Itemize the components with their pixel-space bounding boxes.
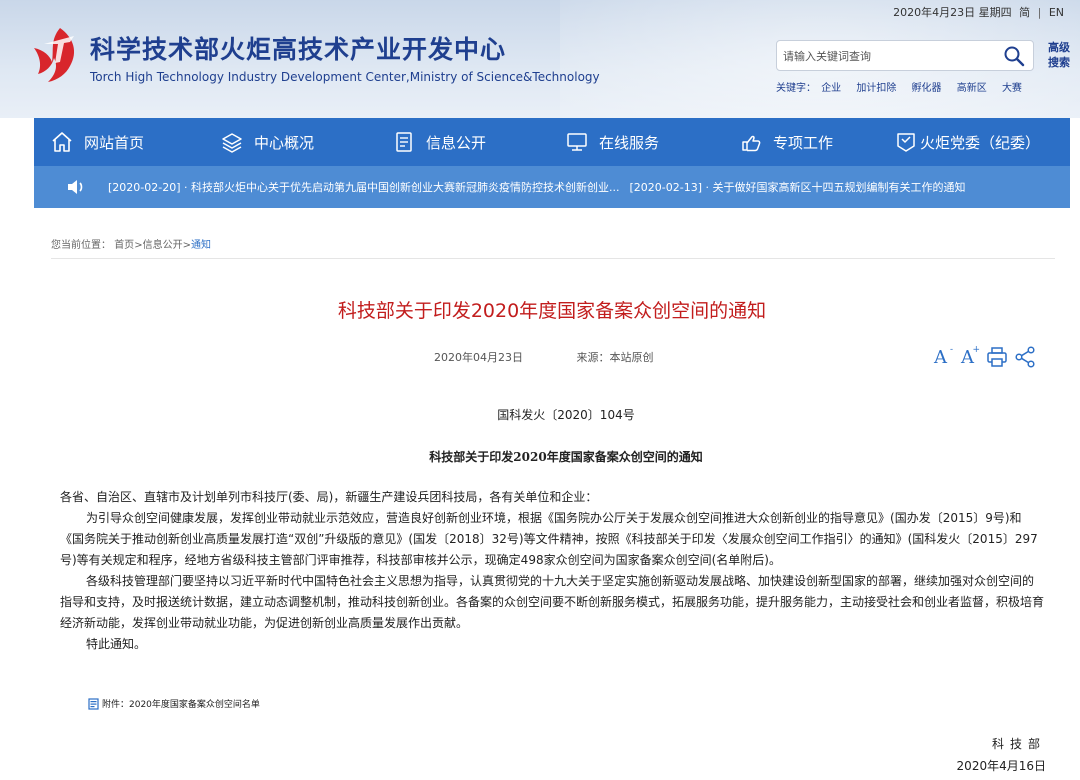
current-date: 2020年4月23日 星期四 [893,6,1012,19]
paragraph: 各级科技管理部门要坚持以习近平新时代中国特色社会主义思想为指导，认真贯彻党的十九… [60,574,1045,630]
attachment-label: 附件：2020年度国家备案众创空间名单 [102,700,260,710]
home-icon [52,132,72,152]
article-tools: A- A + [934,345,1042,368]
badge-icon [897,133,915,152]
signing-date: 2020年4月16日 [956,759,1046,773]
nav-item-party-committee[interactable]: 火炬党委（纪委） [894,118,1064,166]
top-bar: 2020年4月23日 星期四 简 | EN [889,4,1064,20]
notice-link[interactable]: [2020-02-20] · 科技部火炬中心关于优先启动第九届中国创新创业大赛新… [108,179,620,195]
search-box [776,40,1034,71]
search-input[interactable] [783,45,993,67]
document-title: 科技部关于印发2020年度国家备案众创空间的通知 [429,450,703,464]
nav-label: 信息公开 [426,133,487,152]
share-icon[interactable] [1014,346,1036,368]
breadcrumb-section[interactable]: 信息公开 [143,240,183,251]
document-icon [396,132,412,152]
breadcrumb-sep: > [182,240,191,251]
article-meta: 2020年04月23日 来源：本站原创 [434,349,654,365]
breadcrumb-current[interactable]: 通知 [191,240,211,251]
attachment-file-icon [88,697,99,710]
nav-item-special-work[interactable]: 专项工作 [739,118,894,166]
keyword-link[interactable]: 孵化器 [912,83,942,94]
lang-cn-link[interactable]: 简 [1019,6,1030,19]
breadcrumb-label: 您当前位置： [51,240,111,251]
keyword-link[interactable]: 大赛 [1002,83,1022,94]
site-header: 科学技术部火炬高技术产业开发中心 Torch High Technology I… [0,0,1080,118]
keyword-link[interactable]: 加计扣除 [856,83,896,94]
lang-en-link[interactable]: EN [1049,6,1064,19]
breadcrumb-home[interactable]: 首页 [114,240,134,251]
advanced-search-link[interactable]: 高级搜索 [1044,40,1074,70]
site-subtitle: Torch High Technology Industry Developme… [90,70,600,84]
nav-item-home[interactable]: 网站首页 [50,118,220,166]
nav-label: 火炬党委（纪委） [920,133,1041,152]
main-nav: 网站首页 中心概况 信息公开 在线服务 专项工作 火炬党委（纪委） [34,118,1070,166]
nav-item-center-overview[interactable]: 中心概况 [220,118,392,166]
site-title: 科学技术部火炬高技术产业开发中心 [90,35,507,64]
nav-label: 专项工作 [773,133,834,152]
nav-item-online-service[interactable]: 在线服务 [565,118,739,166]
keywords-bar: 关键字： 企业 加计扣除 孵化器 高新区 大赛 [776,79,1034,94]
salutation: 各省、自治区、直辖市及计划单列市科技厅(委、局)，新疆生产建设兵团科技局，各有关… [60,490,598,504]
font-decrease-button[interactable]: A- [934,345,953,368]
nav-item-info-disclosure[interactable]: 信息公开 [392,118,565,166]
notice-bar: [2020-02-20] · 科技部火炬中心关于优先启动第九届中国创新创业大赛新… [34,166,1070,208]
breadcrumb: 您当前位置： 首页>信息公开>通知 [51,236,211,251]
divider: | [1037,6,1042,19]
article-date: 2020年04月23日 [434,351,523,364]
search-icon[interactable] [1003,45,1025,67]
speaker-icon [68,180,83,194]
torch-logo-icon [34,28,75,82]
nav-label: 中心概况 [254,133,315,152]
layers-icon [222,133,242,153]
keyword-link[interactable]: 高新区 [957,83,987,94]
article-body: 各省、自治区、直辖市及计划单列市科技厅(委、局)，新疆生产建设兵团科技局，各有关… [60,487,1044,655]
article-title: 科技部关于印发2020年度国家备案众创空间的通知 [337,300,767,322]
document-number: 国科发火〔2020〕104号 [497,408,635,422]
print-icon[interactable] [986,346,1008,368]
attachment-link[interactable]: 附件：2020年度国家备案众创空间名单 [88,697,260,710]
hand-icon [742,135,761,152]
nav-label: 网站首页 [84,133,145,152]
notice-link[interactable]: [2020-02-13] · 关于做好国家高新区十四五规划编制有关工作的通知 [630,179,966,195]
paragraph: 为引导众创空间健康发展，发挥创业带动就业示范效应，营造良好创新创业环境，根据《国… [60,511,1038,567]
keyword-link[interactable]: 企业 [821,83,841,94]
monitor-icon [567,133,587,151]
closing: 特此通知。 [86,637,147,651]
article-source: 来源：本站原创 [576,351,654,364]
divider [51,258,1055,259]
nav-label: 在线服务 [599,133,660,152]
keywords-label: 关键字： [776,83,816,94]
breadcrumb-sep: > [134,240,143,251]
signing-organization: 科技部 [991,737,1046,751]
font-increase-button[interactable]: A + [961,345,980,368]
